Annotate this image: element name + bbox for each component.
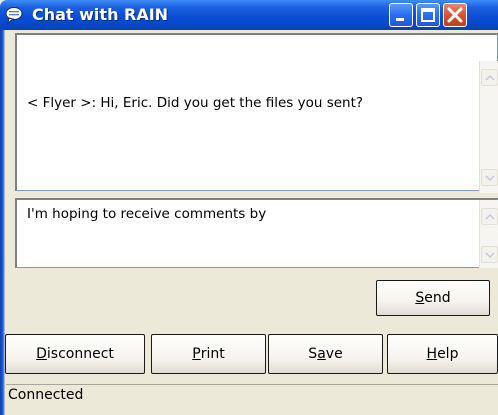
message-input[interactable]: I'm hoping to receive comments by xyxy=(15,198,498,268)
status-text: Connected xyxy=(8,387,84,403)
scroll-down-button[interactable] xyxy=(481,169,498,186)
window-title: Chat with RAIN xyxy=(32,5,169,24)
help-label: Help xyxy=(426,346,459,362)
disconnect-label: Disconnect xyxy=(36,346,114,362)
disconnect-button[interactable]: Disconnect xyxy=(5,334,145,374)
scroll-up-arrow-icon xyxy=(485,74,495,81)
message-input-text: I'm hoping to receive comments by xyxy=(27,206,267,222)
input-scroll-down-button[interactable] xyxy=(481,246,498,263)
scroll-down-arrow-icon xyxy=(485,252,495,259)
maximize-button[interactable] xyxy=(416,3,440,27)
close-icon xyxy=(447,7,463,23)
input-scrollbar[interactable] xyxy=(479,200,498,268)
scroll-down-arrow-icon xyxy=(485,175,495,182)
history-scrollbar[interactable] xyxy=(479,61,498,193)
print-label: Print xyxy=(192,346,225,362)
status-bar: Connected xyxy=(6,384,498,415)
scroll-up-button[interactable] xyxy=(481,69,498,86)
send-button[interactable]: Send xyxy=(376,280,490,316)
send-label: Send xyxy=(415,290,451,306)
print-button[interactable]: Print xyxy=(151,334,266,374)
scroll-up-arrow-icon xyxy=(485,213,495,220)
chat-history[interactable]: < Flyer >: Hi, Eric. Did you get the fil… xyxy=(15,33,498,193)
title-bar[interactable]: Chat with RAIN xyxy=(0,0,498,30)
chat-bubble-icon xyxy=(5,6,23,25)
save-button[interactable]: Save xyxy=(268,334,383,374)
input-scroll-up-button[interactable] xyxy=(481,208,498,225)
minimize-button[interactable] xyxy=(389,3,413,27)
save-label: Save xyxy=(308,346,343,362)
chat-message: < Flyer >: Hi, Eric. Did you get the fil… xyxy=(27,95,364,111)
maximize-icon xyxy=(421,8,435,22)
help-button[interactable]: Help xyxy=(387,334,498,374)
close-button[interactable] xyxy=(443,3,467,27)
minimize-icon xyxy=(396,18,404,21)
